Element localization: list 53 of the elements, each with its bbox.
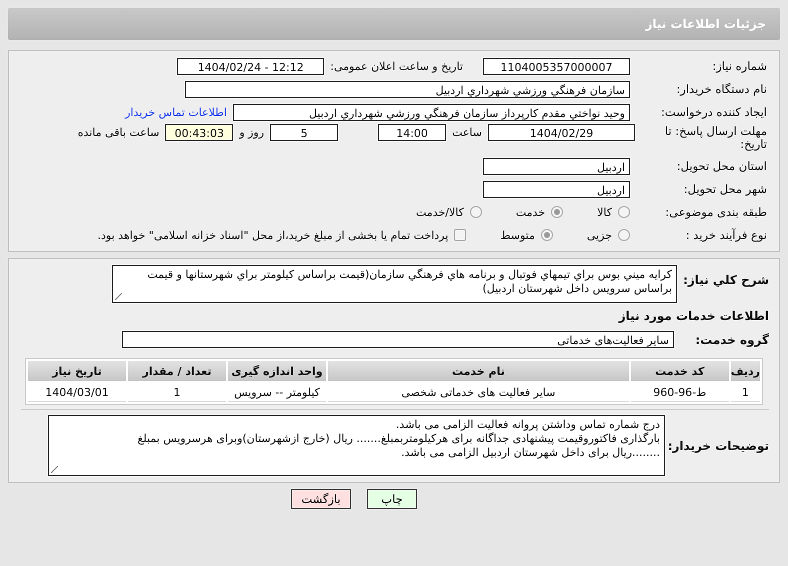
option-label: جزیی — [586, 228, 612, 242]
requester-field[interactable]: وحيد نواختي مقدم كارپرداز سازمان فرهنگي ورزشي شهرداري اردبيل — [233, 104, 630, 120]
field-label: گروه خدمت: — [694, 332, 769, 346]
field-label: طبقه بندی موضوعی: — [664, 206, 767, 218]
radio-button[interactable] — [551, 206, 564, 218]
field-label: شهر محل تحویل: — [682, 182, 767, 196]
resize-grip-icon[interactable] — [115, 293, 122, 300]
payment-label: پرداخت تمام یا بخشی از مبلغ خرید،از محل "اسناد خزانه اسلامی" خواهد بود. — [98, 228, 448, 242]
back-button[interactable]: بازگشت — [291, 489, 351, 509]
print-button[interactable]: چاپ — [367, 489, 417, 509]
city-field[interactable]: اردبیل — [483, 180, 630, 198]
column-header: تعداد / مقدار — [128, 361, 226, 381]
field-label: مهلت ارسال پاسخ: تا تاریخ: — [664, 124, 767, 151]
remaining-time-field[interactable]: 00:43:03 — [165, 124, 234, 141]
column-header: واحد اندازه گیری — [228, 361, 326, 381]
service-group-field[interactable]: سایر فعالیت‌های خدماتی — [122, 331, 674, 348]
option-label: کالا/خدمت — [416, 206, 464, 218]
field-label: شماره نیاز: — [711, 60, 767, 72]
column-header: تاریخ نیاز — [28, 361, 126, 381]
option-label: متوسط — [500, 228, 535, 242]
radio-button[interactable] — [618, 229, 630, 241]
field-label: روز و — [239, 126, 264, 139]
date-field[interactable]: 1404/02/29 — [488, 124, 635, 141]
page-title: جزئیات اطلاعات نیاز — [645, 17, 766, 31]
field-label: نام دستگاه خریدار: — [675, 82, 767, 96]
field-label: شرح كلي نياز: — [682, 272, 769, 287]
radio-button[interactable] — [470, 206, 482, 218]
buyer-notes-field[interactable]: درج شماره تماس وداشتن پروانه فعالیت الزامی می باشد. بارگذاری فاکتوروقیمت پیشنهادی جداگانه برای هرکیلومتربمبلغ....... ریال (خارج ازشهرستان)وبرای هرسرویس بمبلغ ........ریال برای داخل شهرستان اردبیل الزامی می باشد. — [48, 415, 665, 476]
days-field[interactable]: 5 — [270, 124, 338, 141]
checkbox[interactable] — [454, 229, 466, 241]
field-label: نوع فرآیند خرید : — [684, 228, 767, 242]
field-label: استان محل تحویل: — [676, 160, 767, 172]
column-header: ردیف — [730, 361, 760, 381]
time-field[interactable]: 14:00 — [378, 124, 446, 141]
radio-button[interactable] — [618, 206, 630, 218]
column-header: کد خدمت — [630, 361, 729, 381]
field-label: ایجاد کننده درخواست: — [660, 106, 767, 118]
need-number-field[interactable]: 1104005357000007 — [483, 58, 630, 74]
contact-link[interactable]: اطلاعات تماس خریدار — [125, 106, 227, 118]
option-label: کالا — [597, 206, 612, 218]
option-label: خدمت — [516, 206, 546, 218]
field-label: ساعت باقی مانده — [78, 126, 160, 139]
province-field[interactable]: اردبیل — [483, 158, 630, 174]
field-label: ساعت — [452, 126, 482, 139]
field-label: تاریخ و ساعت اعلان عمومی: — [330, 60, 463, 72]
description-field[interactable]: كرايه ميني بوس براي تيمهاي فوتبال و برنامه هاي فرهنگي سازمان(قيمت براساس كيلومتر براي شهرستانها و قيمت براساس سرويس داخل شهرستان اردبيل) — [112, 265, 677, 303]
buyer-org-field[interactable]: سازمان فرهنگي ورزشي شهرداري اردبيل — [185, 80, 630, 98]
column-header: نام خدمت — [328, 361, 629, 381]
radio-button[interactable] — [540, 229, 553, 241]
section-heading: اطلاعات خدمات مورد نیاز — [617, 309, 769, 323]
announce-date-field[interactable]: 1404/02/24 - 12:12 — [177, 58, 324, 74]
field-label: توضیحات خریدار: — [666, 438, 769, 452]
resize-grip-icon[interactable] — [51, 466, 58, 473]
